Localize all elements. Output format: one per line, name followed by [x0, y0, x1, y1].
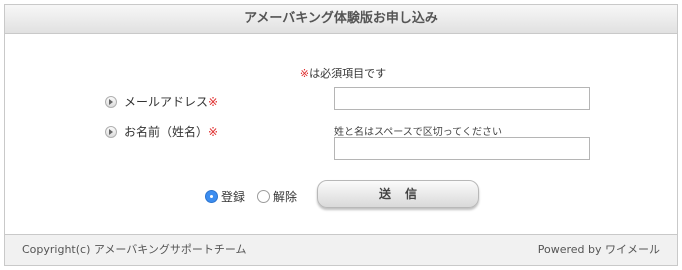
name-input[interactable]	[334, 137, 590, 160]
arrow-bullet-icon	[105, 125, 117, 138]
footer: Copyright(c) アメーバキングサポートチーム Powered by ワ…	[5, 234, 677, 265]
cancel-radio-option[interactable]: 解除	[257, 188, 297, 205]
form-title: アメーバキング体験版お申し込み	[244, 11, 438, 26]
required-note-text: は必須項目です	[309, 67, 387, 80]
required-note: ※は必須項目です	[5, 65, 677, 81]
name-label: お名前（姓名）	[124, 125, 209, 139]
footer-copyright: Copyright(c) アメーバキングサポートチーム	[22, 243, 247, 256]
name-hint: 姓と名はスペースで区切ってください	[334, 127, 502, 138]
action-radio-group: 登録 解除	[205, 188, 309, 205]
name-required-mark: ※	[208, 124, 219, 139]
register-radio[interactable]	[205, 190, 218, 203]
email-label: メールアドレス	[124, 95, 209, 109]
email-label-row: メールアドレス ※	[105, 93, 218, 110]
name-label-row: お名前（姓名） ※	[105, 123, 218, 140]
form-header: アメーバキング体験版お申し込み	[5, 5, 677, 34]
email-input[interactable]	[334, 87, 590, 110]
cancel-radio[interactable]	[257, 190, 271, 203]
email-required-mark: ※	[208, 94, 219, 109]
footer-powered-by: Powered by ワイメール	[537, 243, 660, 256]
register-radio-option[interactable]: 登録	[205, 188, 245, 205]
required-mark: ※	[299, 67, 310, 80]
cancel-radio-label[interactable]: 解除	[273, 188, 297, 205]
submit-button[interactable]: 送信	[317, 180, 479, 208]
signup-form-panel: アメーバキング体験版お申し込み ※は必須項目です メールアドレス ※ お名前（姓名…	[4, 4, 678, 266]
arrow-bullet-icon	[105, 95, 117, 108]
register-radio-label[interactable]: 登録	[221, 188, 245, 205]
